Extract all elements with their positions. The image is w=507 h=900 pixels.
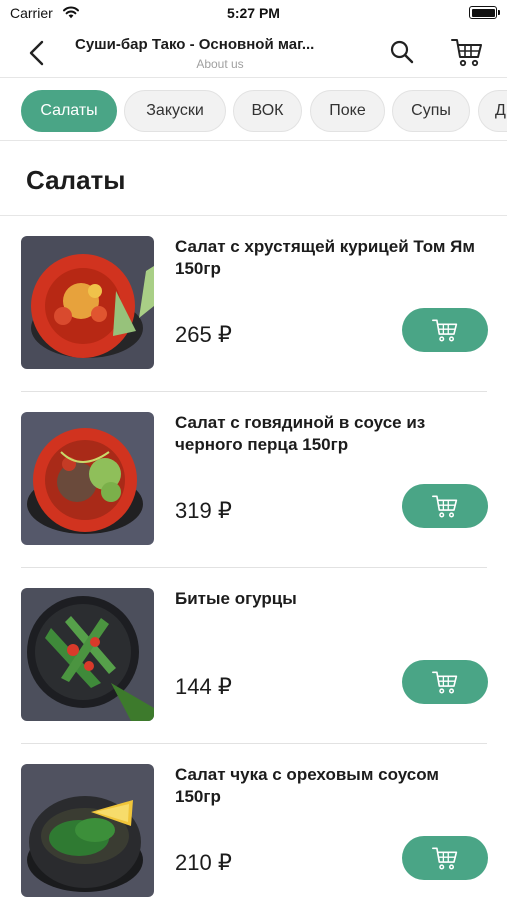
salad-bowl-image bbox=[21, 236, 154, 369]
product-name: Салат с говядиной в соусе из черного пер… bbox=[175, 413, 426, 454]
add-to-cart-button[interactable] bbox=[402, 836, 488, 880]
product-price: 265 ₽ bbox=[175, 322, 232, 347]
status-time: 5:27 PM bbox=[227, 5, 280, 21]
add-to-cart-button[interactable] bbox=[402, 308, 488, 352]
cart-icon bbox=[432, 495, 458, 518]
back-button[interactable] bbox=[22, 38, 52, 68]
product-image[interactable] bbox=[21, 764, 154, 897]
category-tabs: Салаты Закуски ВОК Поке Супы Д bbox=[0, 79, 507, 141]
cart-button[interactable] bbox=[450, 36, 484, 68]
cart-icon bbox=[432, 847, 458, 870]
product-image[interactable] bbox=[21, 412, 154, 545]
cart-icon bbox=[451, 39, 482, 67]
salad-bowl-image bbox=[21, 412, 154, 545]
product-image[interactable] bbox=[21, 588, 154, 721]
product-price: 144 ₽ bbox=[175, 674, 232, 699]
cart-icon bbox=[432, 319, 458, 342]
product-item[interactable]: Битые огурцы 144 ₽ bbox=[0, 568, 507, 744]
tab-more[interactable]: Д bbox=[478, 90, 507, 132]
chevron-left-icon bbox=[29, 40, 44, 66]
page-title: Суши-бар Тако - Основной маг... bbox=[75, 36, 315, 53]
product-name: Салат с хрустящей курицей Том Ям 150гр bbox=[175, 237, 475, 278]
search-icon bbox=[390, 40, 414, 64]
salad-bowl-image bbox=[21, 588, 154, 721]
tab-salads[interactable]: Салаты bbox=[21, 90, 117, 132]
nav-header: Суши-бар Тако - Основной маг... About us bbox=[0, 28, 507, 78]
status-bar: Carrier 5:27 PM bbox=[0, 0, 507, 28]
product-name: Битые огурцы bbox=[175, 589, 297, 608]
product-item[interactable]: Салат с говядиной в соусе из черного пер… bbox=[0, 392, 507, 568]
cart-icon bbox=[432, 671, 458, 694]
battery-icon bbox=[469, 6, 500, 19]
search-button[interactable] bbox=[388, 38, 416, 66]
tab-snacks[interactable]: Закуски bbox=[124, 90, 226, 132]
add-to-cart-button[interactable] bbox=[402, 660, 488, 704]
product-price: 210 ₽ bbox=[175, 850, 232, 875]
product-item[interactable]: Салат с хрустящей курицей Том Ям 150гр 2… bbox=[0, 216, 507, 392]
salad-bowl-image bbox=[21, 764, 154, 897]
tab-poke[interactable]: Поке bbox=[310, 90, 385, 132]
section-title: Салаты bbox=[26, 165, 126, 195]
product-item[interactable]: Салат чука с ореховым соусом 150гр 210 ₽ bbox=[0, 744, 507, 900]
about-us-link[interactable]: About us bbox=[75, 57, 365, 71]
tab-wok[interactable]: ВОК bbox=[233, 90, 302, 132]
tab-soups[interactable]: Супы bbox=[392, 90, 470, 132]
add-to-cart-button[interactable] bbox=[402, 484, 488, 528]
product-price: 319 ₽ bbox=[175, 498, 232, 523]
product-name: Салат чука с ореховым соусом 150гр bbox=[175, 765, 439, 806]
product-image[interactable] bbox=[21, 236, 154, 369]
